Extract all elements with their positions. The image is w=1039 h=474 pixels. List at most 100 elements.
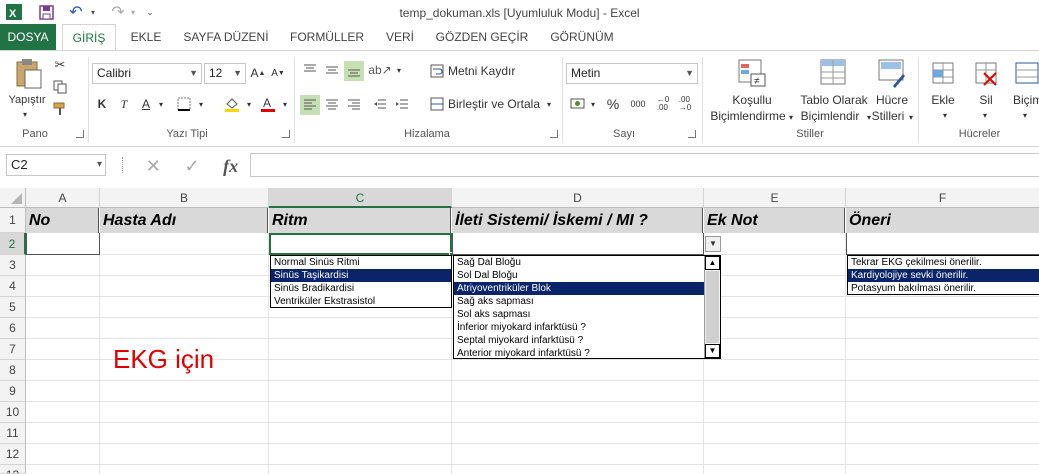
number-launcher-icon[interactable]	[688, 130, 696, 138]
row-header-7[interactable]: 7	[0, 339, 26, 360]
increase-decimal-icon[interactable]: ←0.00	[654, 95, 672, 113]
borders-icon[interactable]	[174, 95, 194, 113]
insert-function-button[interactable]: fx	[223, 156, 238, 177]
underline-button[interactable]: A	[138, 95, 154, 113]
row-header-4[interactable]: 4	[0, 276, 26, 297]
dropdown-option[interactable]: Sağ aks sapması	[454, 295, 704, 308]
comma-style-button[interactable]: 000	[626, 95, 650, 113]
currency-icon[interactable]	[568, 95, 588, 113]
format-cells-icon[interactable]	[1012, 57, 1039, 89]
dropdown-option[interactable]: Kardiyolojiye sevki önerilir.	[848, 269, 1039, 282]
align-bottom-icon[interactable]	[344, 61, 364, 81]
dropdown-option[interactable]: Ventriküler Ekstrasistol	[271, 295, 451, 308]
dropdown-option[interactable]: İnferior miyokard infarktüsü ?	[454, 321, 704, 334]
cell-f2[interactable]	[846, 233, 1039, 255]
format-as-table-button[interactable]: Biçimlendir	[792, 109, 868, 123]
decrease-indent-icon[interactable]	[370, 95, 390, 115]
formula-bar-grip[interactable]	[122, 157, 125, 173]
dropdown-option[interactable]: Atriyoventriküler Blok	[454, 282, 704, 295]
clipboard-launcher-icon[interactable]	[76, 130, 84, 138]
align-top-icon[interactable]	[300, 61, 320, 79]
orientation-dropdown-icon[interactable]: ▾	[394, 63, 404, 77]
paste-icon[interactable]	[8, 57, 48, 91]
scroll-thumb[interactable]	[706, 271, 719, 343]
dropdown-option[interactable]: Sağ Dal Bloğu	[454, 256, 704, 269]
delete-dropdown-icon[interactable]: ▾	[980, 109, 990, 121]
align-center-icon[interactable]	[322, 95, 342, 115]
align-left-icon[interactable]	[300, 95, 320, 115]
row-header-11[interactable]: 11	[0, 423, 26, 444]
tab-page-layout[interactable]: SAYFA DÜZENİ	[178, 24, 274, 50]
ritm-dropdown-list[interactable]: Normal Sinüs Ritmi Sinüs Taşikardisi Sinüs…	[270, 255, 452, 308]
insert-dropdown-icon[interactable]: ▾	[940, 109, 950, 121]
paste-button[interactable]: Yapıştır	[2, 93, 52, 107]
format-painter-icon[interactable]	[52, 101, 68, 117]
cell-a2[interactable]	[26, 233, 100, 255]
tab-insert[interactable]: EKLE	[124, 24, 168, 50]
delete-cells-icon[interactable]	[970, 57, 1002, 89]
conditional-formatting-button[interactable]: Biçimlendirme	[708, 109, 788, 123]
conditional-formatting-label[interactable]: Koşullu	[712, 93, 792, 107]
wrap-text-button[interactable]: Metni Kaydır	[448, 63, 515, 79]
column-header-f[interactable]: F	[846, 188, 1039, 208]
row-header-1[interactable]: 1	[0, 208, 26, 233]
copy-icon[interactable]	[52, 79, 68, 95]
ileti-scrollbar[interactable]: ▲ ▼	[704, 256, 720, 358]
cell-d1[interactable]: İleti Sistemi/ İskemi / MI ?	[452, 208, 703, 233]
tab-data[interactable]: VERİ	[380, 24, 420, 50]
merge-center-icon[interactable]	[428, 95, 446, 113]
font-size-select[interactable]: 12 ▼	[204, 63, 246, 84]
number-format-select[interactable]: Metin ▼	[566, 63, 698, 84]
cell-c2-selected[interactable]	[269, 233, 452, 255]
cell-styles-icon[interactable]	[876, 57, 908, 89]
tab-formulas[interactable]: FORMÜLLER	[284, 24, 370, 50]
row-header-3[interactable]: 3	[0, 255, 26, 276]
insert-cells-icon[interactable]	[928, 57, 958, 89]
format-cells-button[interactable]: Biçim	[1013, 93, 1039, 107]
merge-dropdown-icon[interactable]: ▾	[544, 97, 554, 111]
align-middle-icon[interactable]	[322, 61, 342, 79]
row-header-5[interactable]: 5	[0, 297, 26, 318]
row-header-8[interactable]: 8	[0, 360, 26, 381]
font-launcher-icon[interactable]	[282, 130, 290, 138]
conditional-formatting-icon[interactable]: ≠	[736, 57, 768, 89]
column-header-e[interactable]: E	[704, 188, 846, 208]
dropdown-option[interactable]: Sol Dal Bloğu	[454, 269, 704, 282]
dropdown-option[interactable]: Septal miyokard infarktüsü ?	[454, 334, 704, 347]
select-all-corner[interactable]	[0, 188, 26, 208]
cell-styles-label[interactable]: Hücre	[872, 93, 912, 107]
column-header-a[interactable]: A	[26, 188, 100, 208]
tab-view[interactable]: GÖRÜNÜM	[542, 24, 622, 50]
dropdown-option[interactable]: Anterior miyokard infarktüsü ?	[454, 347, 704, 360]
fill-color-icon[interactable]	[222, 95, 242, 113]
dropdown-option[interactable]: Sinüs Bradikardisi	[271, 282, 451, 295]
row-header-13[interactable]: 13	[0, 465, 26, 474]
format-as-table-icon[interactable]	[818, 57, 850, 89]
decrease-font-icon[interactable]: A ▼	[270, 65, 286, 81]
paste-dropdown-icon[interactable]: ▾	[20, 109, 30, 119]
alignment-launcher-icon[interactable]	[550, 130, 558, 138]
dropdown-arrow-icon[interactable]: ▼	[705, 236, 721, 252]
cell-b1[interactable]: Hasta Adı	[100, 208, 268, 233]
row-header-6[interactable]: 6	[0, 318, 26, 339]
column-header-b[interactable]: B	[100, 188, 269, 208]
dropdown-option[interactable]: Sol aks sapması	[454, 308, 704, 321]
increase-indent-icon[interactable]	[392, 95, 412, 115]
increase-font-icon[interactable]: A ▲	[250, 65, 266, 81]
format-as-table-label[interactable]: Tablo Olarak	[794, 93, 874, 107]
tab-review[interactable]: GÖZDEN GEÇİR	[432, 24, 532, 50]
font-color-icon[interactable]: A	[258, 95, 278, 113]
italic-button[interactable]: T	[116, 95, 132, 113]
wrap-text-icon[interactable]	[428, 63, 446, 79]
scroll-up-icon[interactable]: ▲	[705, 256, 720, 270]
dropdown-option[interactable]: Normal Sinüs Ritmi	[271, 256, 451, 269]
enter-icon[interactable]: ✓	[184, 156, 199, 177]
currency-dropdown-icon[interactable]: ▾	[588, 97, 598, 111]
formula-input[interactable]	[250, 153, 1039, 177]
decrease-decimal-icon[interactable]: .00 →0	[676, 95, 694, 113]
underline-dropdown-icon[interactable]: ▾	[156, 97, 166, 111]
dropdown-option[interactable]: Sinüs Taşikardisi	[271, 269, 451, 282]
orientation-icon[interactable]: ab↗	[368, 61, 391, 79]
cell-styles-button[interactable]: Stilleri	[868, 109, 908, 123]
font-name-select[interactable]: Calibri ▼	[92, 63, 202, 84]
